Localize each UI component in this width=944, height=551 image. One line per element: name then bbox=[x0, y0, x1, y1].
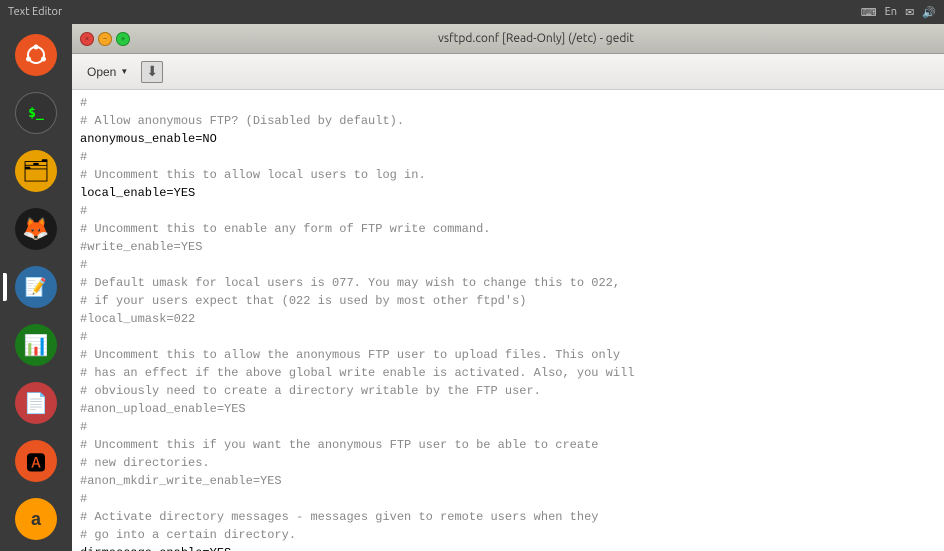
sidebar-item-text-editor[interactable]: 📝 bbox=[9, 260, 63, 314]
calc-icon: 📊 bbox=[15, 324, 57, 366]
mail-icon[interactable]: ✉ bbox=[905, 6, 914, 19]
minimize-button[interactable]: − bbox=[98, 32, 112, 46]
amazon-icon: a bbox=[15, 498, 57, 540]
open-button[interactable]: Open ▼ bbox=[78, 60, 137, 84]
sidebar-item-calc[interactable]: 📊 bbox=[9, 318, 63, 372]
files-icon: 🗂 bbox=[15, 150, 57, 192]
system-bar-label: Text Editor bbox=[8, 6, 62, 18]
sidebar-item-writer[interactable]: 📄 bbox=[9, 376, 63, 430]
terminal-icon: $_ bbox=[15, 92, 57, 134]
maximize-button[interactable]: + bbox=[116, 32, 130, 46]
sidebar-item-firefox[interactable]: 🦊 bbox=[9, 202, 63, 256]
sidebar-item-software[interactable]: 🅰 bbox=[9, 434, 63, 488]
system-bar: Text Editor ⌨ En ✉ 🔊 bbox=[0, 0, 944, 24]
open-label: Open bbox=[87, 65, 116, 79]
editor-area: × − + vsftpd.conf [Read-Only] (/etc) - g… bbox=[72, 24, 944, 551]
language-indicator[interactable]: En bbox=[885, 6, 897, 18]
keyboard-icon[interactable]: ⌨ bbox=[861, 6, 877, 19]
window-controls: × − + bbox=[80, 32, 130, 46]
window-chrome: × − + vsftpd.conf [Read-Only] (/etc) - g… bbox=[72, 24, 944, 54]
chevron-down-icon: ▼ bbox=[120, 67, 128, 76]
sidebar-item-files[interactable]: 🗂 bbox=[9, 144, 63, 198]
system-bar-right: ⌨ En ✉ 🔊 bbox=[861, 6, 936, 19]
ubuntu-logo-icon bbox=[15, 34, 57, 76]
firefox-icon: 🦊 bbox=[15, 208, 57, 250]
sidebar: $_ 🗂 🦊 📝 📊 📄 🅰 a bbox=[0, 24, 72, 551]
text-editor-icon: 📝 bbox=[15, 266, 57, 308]
volume-icon[interactable]: 🔊 bbox=[922, 6, 936, 19]
save-icon[interactable]: ⬇ bbox=[141, 61, 163, 83]
toolbar: Open ▼ ⬇ bbox=[72, 54, 944, 90]
software-icon: 🅰 bbox=[15, 440, 57, 482]
close-button[interactable]: × bbox=[80, 32, 94, 46]
sidebar-item-ubuntu[interactable] bbox=[9, 28, 63, 82]
editor-content[interactable]: # # Allow anonymous FTP? (Disabled by de… bbox=[72, 90, 944, 551]
sidebar-item-amazon[interactable]: a bbox=[9, 492, 63, 546]
writer-icon: 📄 bbox=[15, 382, 57, 424]
main-layout: $_ 🗂 🦊 📝 📊 📄 🅰 a bbox=[0, 24, 944, 551]
sidebar-item-terminal[interactable]: $_ bbox=[9, 86, 63, 140]
system-bar-left: Text Editor bbox=[8, 6, 62, 18]
window-title: vsftpd.conf [Read-Only] (/etc) - gedit bbox=[136, 32, 936, 45]
